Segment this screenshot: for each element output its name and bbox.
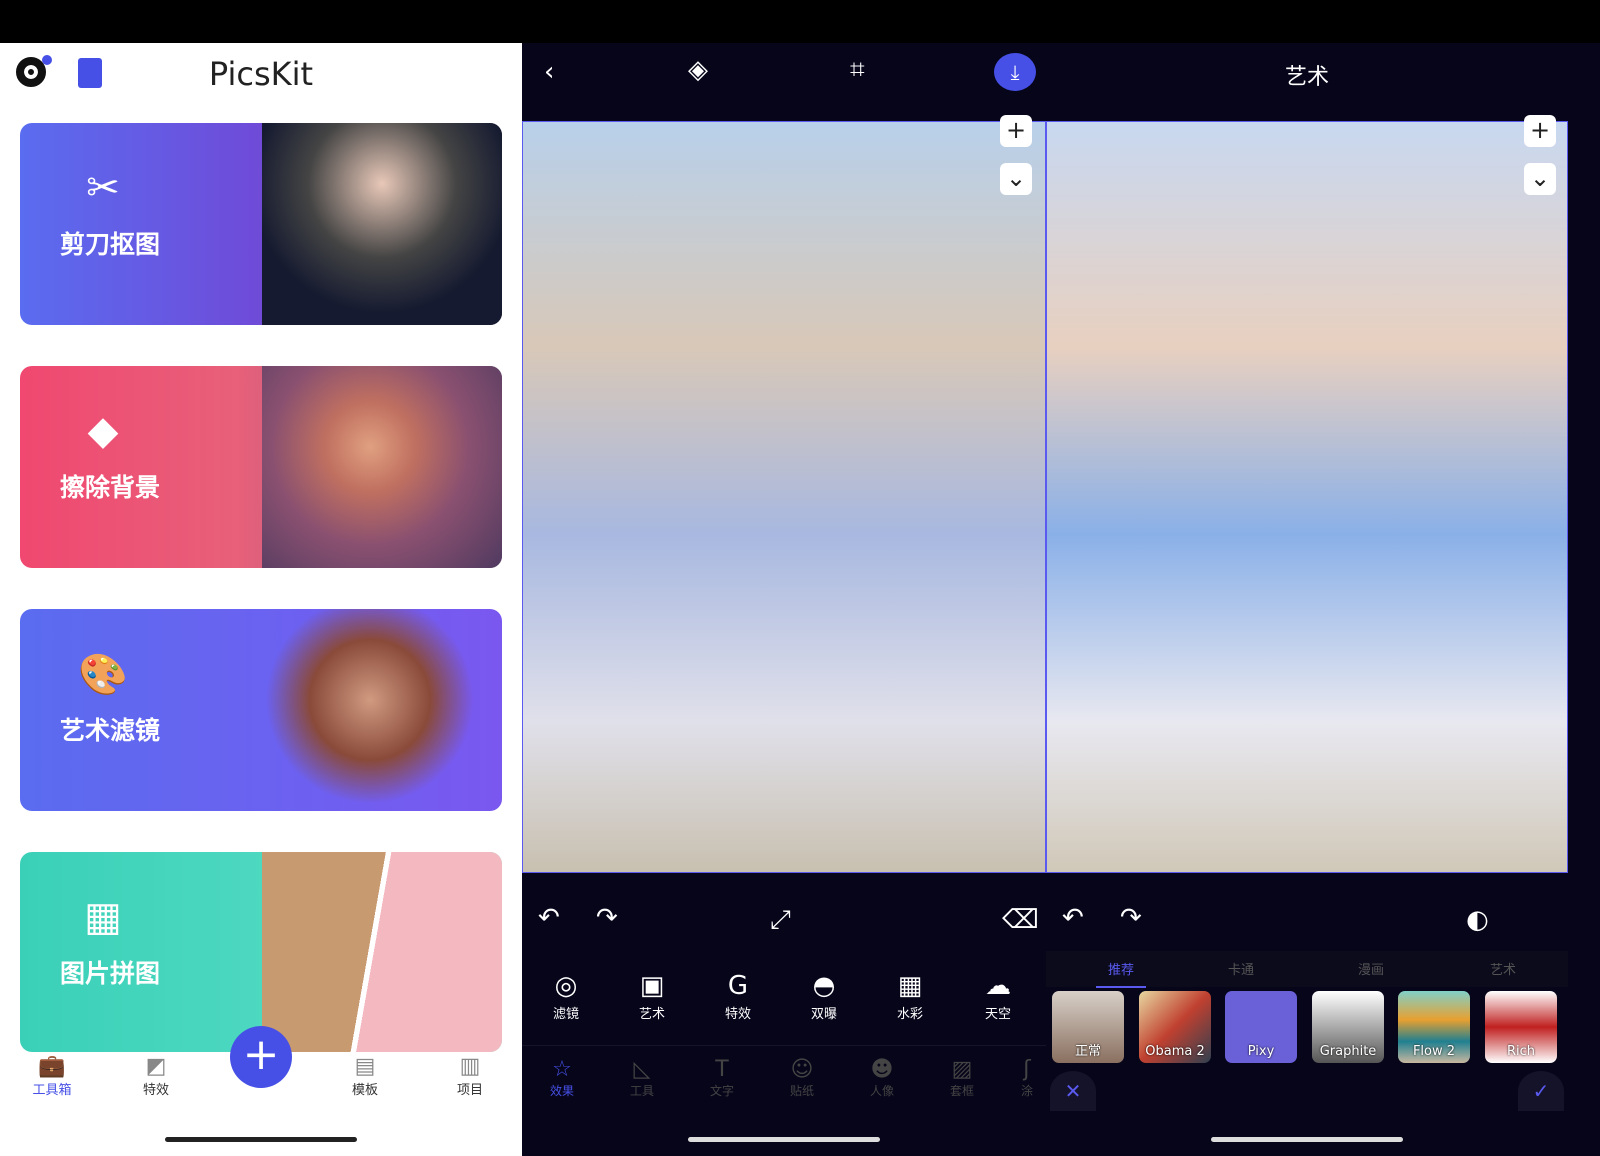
nav-projects[interactable]: ▥ 项目 bbox=[435, 1054, 505, 1098]
download-button[interactable]: ⤓ bbox=[994, 53, 1036, 91]
glitch-icon: G bbox=[727, 971, 749, 1001]
scissors-icon: ✂ bbox=[86, 165, 120, 211]
filter-rich[interactable]: Rich bbox=[1485, 991, 1557, 1063]
confirm-button[interactable]: ✓ bbox=[1518, 1071, 1564, 1111]
home-indicator bbox=[688, 1137, 880, 1142]
smile-icon: ☺ bbox=[790, 1057, 814, 1082]
add-layer-button[interactable]: + bbox=[1000, 115, 1032, 147]
bottom-nav: 💼 工具箱 ◩ 特效 + ▤ 模板 ▥ 项目 bbox=[0, 1026, 522, 1106]
portrait-icon: ◓ bbox=[812, 971, 836, 1001]
add-layer-button[interactable]: + bbox=[1524, 115, 1556, 147]
tab-art[interactable]: 艺术 bbox=[1490, 959, 1516, 978]
card-label: 剪刀抠图 bbox=[60, 230, 161, 259]
card-erase-bg[interactable]: ◆ 擦除背景 bbox=[20, 366, 502, 568]
projects-icon: ▥ bbox=[459, 1054, 481, 1079]
easel-icon: ▣ bbox=[639, 971, 665, 1001]
star-icon: ☆ bbox=[552, 1057, 572, 1082]
fullscreen-icon[interactable]: ⤢ bbox=[770, 905, 791, 936]
eraser-icon[interactable]: ⌫ bbox=[1002, 905, 1039, 935]
tab-frames[interactable]: ▨ 套框 bbox=[932, 1057, 992, 1099]
tool-sky[interactable]: ☁ 天空 bbox=[968, 971, 1028, 1022]
tab-portrait[interactable]: ☻ 人像 bbox=[852, 1057, 912, 1099]
canvas-image[interactable] bbox=[522, 121, 1046, 873]
tab-effects[interactable]: ☆ 效果 bbox=[532, 1057, 592, 1099]
add-button[interactable]: + bbox=[230, 1026, 292, 1088]
text-icon: T bbox=[715, 1057, 729, 1082]
filter-flow2[interactable]: Flow 2 bbox=[1398, 991, 1470, 1063]
tool-effects[interactable]: G 特效 bbox=[708, 971, 768, 1022]
frame-icon: ▨ bbox=[951, 1057, 973, 1082]
card-label: 图片拼图 bbox=[60, 959, 161, 988]
filter-pixy[interactable]: Pixy bbox=[1225, 991, 1297, 1063]
redo-icon[interactable]: ↷ bbox=[596, 903, 618, 933]
tool-double-exposure[interactable]: ◓ 双曝 bbox=[794, 971, 854, 1022]
undo-icon[interactable]: ↶ bbox=[538, 903, 560, 933]
expand-button[interactable]: ⌄ bbox=[1000, 163, 1032, 195]
paint-palette-icon: ▦ bbox=[897, 971, 923, 1001]
swatch-icon: ◩ bbox=[145, 1054, 167, 1079]
art-filter-screen: 艺术 + ⌄ ↶ ↷ ◐ 推荐 卡通 漫画 艺术 正常 Obama 2 Pixy… bbox=[1046, 43, 1600, 1156]
divider bbox=[522, 1045, 1046, 1046]
filter-obama2[interactable]: Obama 2 bbox=[1139, 991, 1211, 1063]
tool-filter[interactable]: ◎ 滤镜 bbox=[536, 971, 596, 1022]
palette-icon: 🎨 bbox=[78, 652, 128, 698]
tab-text[interactable]: T 文字 bbox=[692, 1057, 752, 1099]
layers-icon[interactable]: ◈ bbox=[688, 55, 708, 85]
home-indicator bbox=[165, 1137, 357, 1142]
nav-templates[interactable]: ▤ 模板 bbox=[330, 1054, 400, 1098]
tab-paint[interactable]: ʃ涂 bbox=[1012, 1057, 1042, 1099]
toolbox-icon: 💼 bbox=[38, 1054, 66, 1079]
cancel-button[interactable]: ✕ bbox=[1050, 1071, 1096, 1111]
undo-icon[interactable]: ↶ bbox=[1062, 903, 1084, 933]
eraser-icon: ◆ bbox=[87, 408, 119, 454]
collage-icon: ▦ bbox=[84, 894, 122, 940]
redo-icon[interactable]: ↷ bbox=[1120, 903, 1142, 933]
card-cutout[interactable]: ✂ 剪刀抠图 bbox=[20, 123, 502, 325]
home-indicator bbox=[1211, 1137, 1403, 1142]
app-title: PicsKit bbox=[208, 55, 314, 93]
editor-screen: ‹ ◈ ⌗ ⤓ + ⌄ ↶ ↷ ⤢ ⌫ ◎ 滤镜 ▣ 艺术 G 特效 ◓ 双曝 ▦ 水彩 … bbox=[522, 43, 1046, 1156]
filter-icon: ◎ bbox=[554, 971, 578, 1001]
tab-cartoon[interactable]: 卡通 bbox=[1228, 959, 1254, 978]
home-screen: PicsKit ✂ 剪刀抠图 ◆ 擦除背景 🎨 艺术滤镜 ▦ 图片拼图 💼 工具箱… bbox=[0, 43, 522, 1156]
card-collage[interactable]: ▦ 图片拼图 bbox=[20, 852, 502, 1052]
card-art-filter[interactable]: 🎨 艺术滤镜 bbox=[20, 609, 502, 811]
tab-comic[interactable]: 漫画 bbox=[1358, 959, 1384, 978]
nav-effects[interactable]: ◩ 特效 bbox=[121, 1054, 191, 1098]
crop-icon[interactable]: ⌗ bbox=[850, 55, 865, 86]
tab-stickers[interactable]: ☺ 贴纸 bbox=[772, 1057, 832, 1099]
template-icon: ▤ bbox=[354, 1054, 376, 1079]
face-icon: ☻ bbox=[870, 1057, 894, 1082]
nav-toolbox[interactable]: 💼 工具箱 bbox=[17, 1054, 87, 1098]
canvas-image[interactable] bbox=[1046, 121, 1568, 873]
cloud-icon: ☁ bbox=[985, 971, 1011, 1001]
back-icon[interactable]: ‹ bbox=[544, 57, 554, 87]
filter-normal[interactable]: 正常 bbox=[1052, 991, 1124, 1063]
card-label: 擦除背景 bbox=[60, 473, 161, 502]
expand-button[interactable]: ⌄ bbox=[1524, 163, 1556, 195]
filter-graphite[interactable]: Graphite bbox=[1312, 991, 1384, 1063]
brush-icon: ʃ bbox=[1023, 1057, 1031, 1082]
compare-icon[interactable]: ◐ bbox=[1466, 905, 1489, 935]
card-label: 艺术滤镜 bbox=[60, 716, 161, 745]
tab-tools[interactable]: ◺ 工具 bbox=[612, 1057, 672, 1099]
tab-recommended[interactable]: 推荐 bbox=[1096, 959, 1147, 988]
ruler-icon: ◺ bbox=[633, 1057, 651, 1082]
screen-title: 艺术 bbox=[1284, 65, 1329, 90]
tool-art[interactable]: ▣ 艺术 bbox=[622, 971, 682, 1022]
tool-watercolor[interactable]: ▦ 水彩 bbox=[880, 971, 940, 1022]
